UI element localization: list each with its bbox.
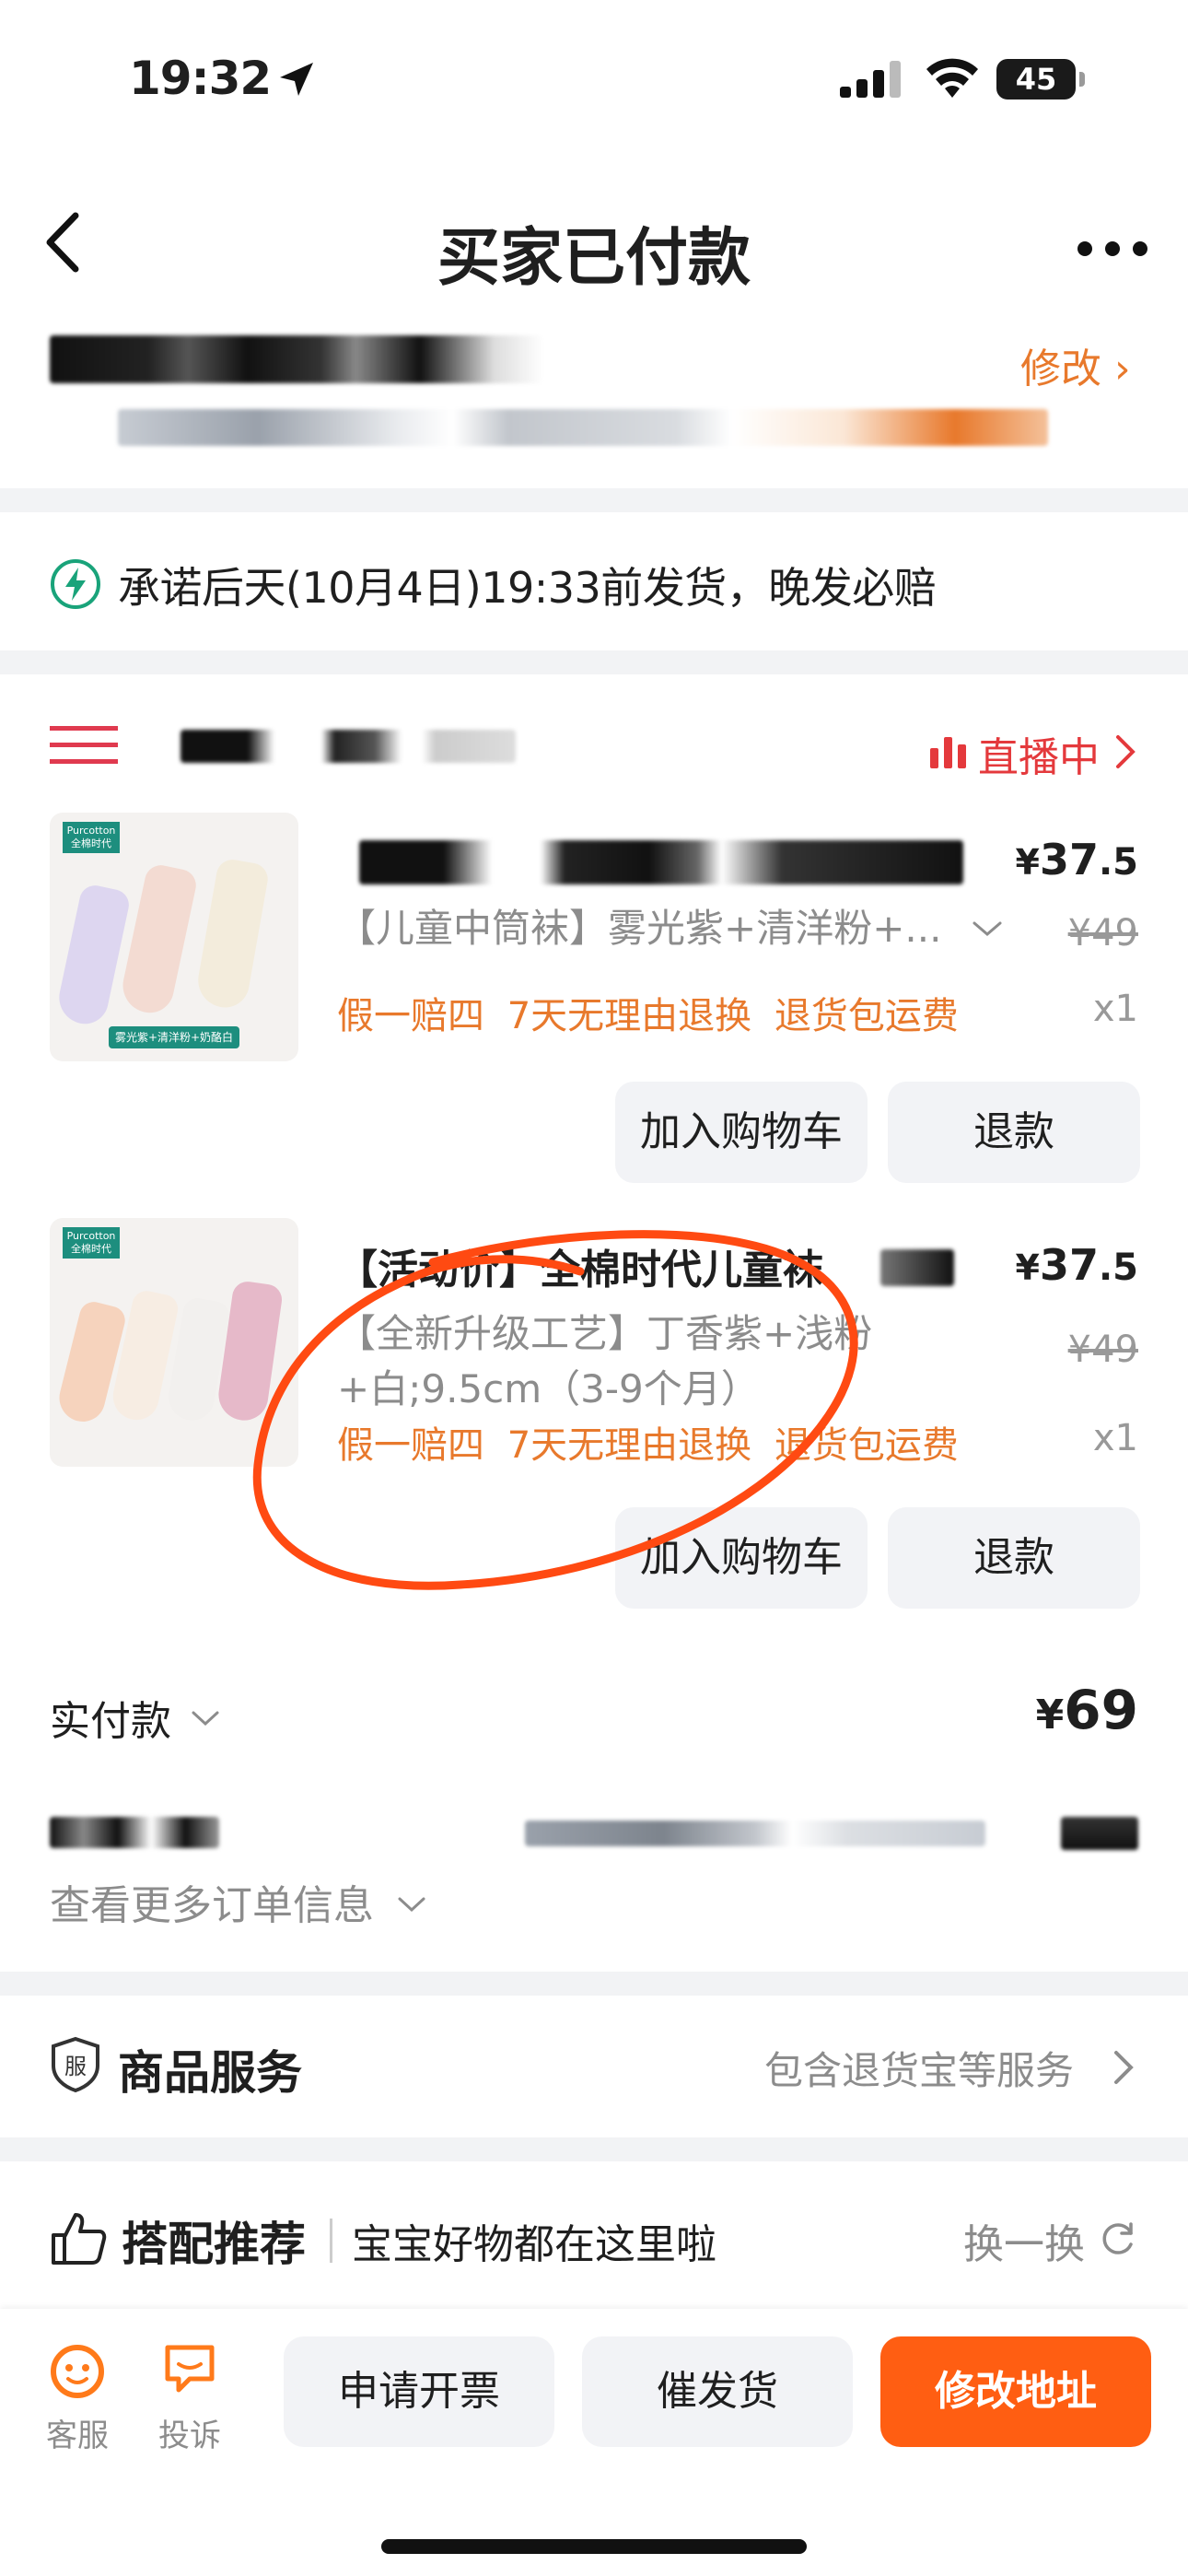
change-address-button[interactable]: 修改地址 — [880, 2336, 1151, 2447]
recommendation-title: 搭配推荐 — [122, 2218, 306, 2271]
product-original-price: ¥49 — [1067, 1329, 1138, 1371]
redacted-order-number — [50, 1817, 219, 1848]
nav-bar: 买家已付款 — [0, 157, 1188, 332]
shipping-promise-card: 承诺后天(10月4日)19:33前发货，晚发必赔 — [0, 512, 1188, 650]
brand-logo: Purcotton 全棉时代 — [63, 1227, 120, 1259]
product-quantity: x1 — [1092, 1417, 1138, 1459]
service-tags: 假一赔四 7天无理由退换 退货包运费 — [337, 995, 959, 1037]
brand-logo: Purcotton 全棉时代 — [63, 822, 120, 853]
product-sku[interactable]: 【儿童中筒袜】雾光紫+清洋粉+... — [337, 901, 1000, 956]
redacted-address — [118, 409, 1048, 446]
cellular-signal-icon — [840, 61, 901, 98]
lightning-icon — [51, 559, 100, 609]
battery-icon: 45 — [996, 59, 1085, 100]
location-arrow-icon — [280, 63, 313, 96]
image-sku-label: 雾光紫+清洋粉+奶酪白 — [109, 1026, 239, 1048]
urge-shipping-button[interactable]: 催发货 — [582, 2336, 853, 2447]
shipping-promise-text: 承诺后天(10月4日)19:33前发货，晚发必赔 — [118, 563, 937, 613]
redacted-title-suffix — [880, 1249, 954, 1286]
chevron-down-icon[interactable] — [190, 1708, 221, 1728]
refund-button[interactable]: 退款 — [888, 1507, 1140, 1609]
recommendation-header: 搭配推荐 宝宝好物都在这里啦 换一换 — [0, 2161, 1188, 2309]
product-sku[interactable]: 【全新升级工艺】丁香紫+浅粉+白;9.5cm（3-9个月） — [337, 1306, 963, 1417]
customer-service-label[interactable]: 客服 — [46, 2410, 109, 2455]
refund-button[interactable]: 退款 — [888, 1082, 1140, 1183]
request-invoice-button[interactable]: 申请开票 — [284, 2336, 554, 2447]
redacted-shop-name — [181, 730, 516, 763]
thumbs-up-icon — [52, 2213, 107, 2265]
service-tags: 假一赔四 7天无理由退换 退货包运费 — [337, 1424, 959, 1467]
product-title[interactable]: 【活动价】全棉时代儿童袜 — [337, 1236, 963, 1292]
wifi-icon — [926, 58, 978, 98]
live-status-label[interactable]: 直播中 — [978, 724, 1100, 783]
redacted-recipient — [50, 335, 543, 383]
live-bars-icon — [930, 737, 966, 768]
service-badge-icon: 服 — [52, 2036, 99, 2093]
paid-label[interactable]: 实付款 — [50, 1688, 171, 1747]
service-title: 商品服务 — [118, 2046, 302, 2100]
product-image[interactable]: Purcotton 全棉时代 — [50, 1218, 298, 1467]
product-service-row[interactable]: 服 商品服务 包含退货宝等服务 — [0, 1996, 1188, 2137]
bottom-action-bar: 客服 投诉 申请开票 催发货 修改地址 — [0, 2309, 1188, 2576]
svg-text:服: 服 — [64, 2054, 87, 2079]
chevron-down-icon[interactable] — [971, 918, 1004, 940]
redacted-order-info — [525, 1821, 985, 1846]
complaint-label[interactable]: 投诉 — [158, 2410, 221, 2455]
customer-service-icon[interactable] — [48, 2340, 107, 2399]
chevron-right-icon — [1116, 735, 1136, 768]
shop-logo-icon[interactable] — [50, 722, 118, 768]
add-to-cart-button[interactable]: 加入购物车 — [615, 1507, 868, 1609]
product-price: ¥37.5 — [1015, 835, 1139, 884]
more-order-info-link[interactable]: 查看更多订单信息 — [50, 1872, 374, 1931]
chevron-right-icon[interactable] — [1112, 2049, 1135, 2086]
status-time: 19:32 — [129, 52, 272, 105]
product-item[interactable]: Purcotton 全棉时代 雾光紫+清洋粉+奶酪白 【儿童中筒袜】雾光紫+清洋粉… — [0, 813, 1188, 1236]
edit-address-link[interactable]: 修改 › — [1020, 335, 1131, 394]
page-title: 买家已付款 — [437, 222, 751, 295]
product-original-price: ¥49 — [1067, 912, 1138, 954]
product-title[interactable] — [337, 831, 963, 886]
complaint-icon[interactable] — [162, 2342, 217, 2395]
paid-amount: ¥69 — [1035, 1679, 1138, 1741]
divider — [330, 2219, 332, 2263]
product-image[interactable]: Purcotton 全棉时代 雾光紫+清洋粉+奶酪白 — [50, 813, 298, 1061]
product-item[interactable]: Purcotton 全棉时代 【活动价】全棉时代儿童袜 【全新升级工艺】丁香紫+浅… — [0, 1218, 1188, 1642]
add-to-cart-button[interactable]: 加入购物车 — [615, 1082, 868, 1183]
address-card[interactable]: 修改 › — [0, 313, 1188, 488]
battery-level: 45 — [996, 59, 1076, 100]
refresh-button[interactable]: 换一换 — [963, 2211, 1085, 2270]
home-indicator[interactable] — [381, 2539, 807, 2554]
refresh-icon[interactable] — [1100, 2220, 1136, 2257]
status-bar: 19:32 45 — [0, 0, 1188, 157]
order-card: 直播中 Purcotton 全棉时代 雾光紫+清洋粉+奶酪白 【儿童中筒袜】雾光紫… — [0, 674, 1188, 1972]
recommendation-subtitle: 宝宝好物都在这里啦 — [352, 2221, 716, 2268]
chevron-down-icon[interactable] — [396, 1894, 427, 1914]
redacted-order-copy — [1061, 1817, 1138, 1850]
product-quantity: x1 — [1092, 988, 1138, 1030]
more-dots-icon[interactable] — [1076, 238, 1149, 260]
paid-amount-row[interactable]: 实付款 ¥69 — [0, 1668, 1188, 1760]
service-description[interactable]: 包含退货宝等服务 — [764, 2040, 1074, 2096]
product-price: ¥37.5 — [1015, 1240, 1139, 1290]
